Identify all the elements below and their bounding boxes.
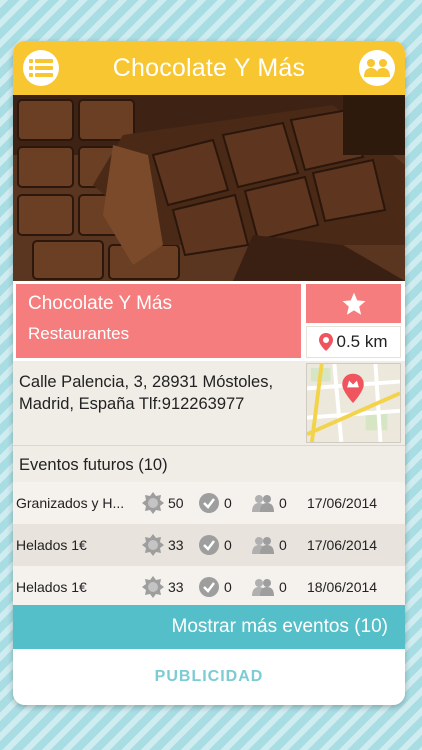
badge-icon [142, 492, 164, 514]
event-name: Helados 1€ [16, 537, 87, 553]
event-score-value: 50 [168, 495, 184, 511]
event-score: 50 [142, 492, 184, 514]
distance-box: 0.5 km [306, 326, 401, 358]
page-title: Chocolate Y Más [112, 53, 306, 82]
venue-category: Restaurantes [28, 324, 130, 343]
check-circle-icon [199, 535, 219, 555]
ad-banner[interactable]: PUBLICIDAD [13, 649, 405, 705]
event-score: 33 [142, 534, 184, 556]
location-pin-icon [319, 333, 334, 351]
map-thumbnail[interactable] [306, 363, 401, 443]
event-score-value: 33 [168, 579, 184, 595]
event-checks: 0 [198, 576, 232, 598]
event-people: 0 [251, 536, 287, 554]
event-row[interactable]: Helados 1€ 33 0 0 18/06/2014 [13, 566, 405, 608]
distance-value: 0.5 km [336, 332, 388, 351]
event-date: 17/06/2014 [307, 537, 378, 553]
venue-info-box: Chocolate Y Más Restaurantes [16, 284, 301, 358]
list-icon [29, 59, 53, 77]
event-checks-value: 0 [224, 579, 232, 595]
event-people-value: 0 [279, 537, 287, 553]
address-line-1: Calle Palencia, 3, 28931 Móstoles, [19, 373, 274, 391]
event-people: 0 [251, 494, 287, 512]
social-button[interactable] [359, 50, 395, 86]
event-score: 33 [142, 576, 184, 598]
event-people: 0 [251, 578, 287, 596]
people-icon [252, 579, 274, 596]
event-name: Helados 1€ [16, 579, 87, 595]
venue-address: Calle Palencia, 3, 28931 Móstoles, Madri… [19, 371, 304, 415]
favorite-button[interactable] [306, 284, 401, 323]
header-bar: Chocolate Y Más [13, 41, 405, 95]
venue-photo [13, 95, 405, 281]
menu-button[interactable] [23, 50, 59, 86]
address-line-2: Madrid, España Tlf:912263977 [19, 395, 245, 413]
events-section-title: Eventos futuros (10) [13, 445, 405, 482]
venue-card: Chocolate Y Más Chocolate Y Más Restaura… [13, 41, 405, 705]
event-score-value: 33 [168, 537, 184, 553]
badge-icon [142, 534, 164, 556]
event-row[interactable]: Granizados y H... 50 0 0 17/06/2014 [13, 482, 405, 524]
check-circle-icon [199, 577, 219, 597]
event-checks: 0 [198, 492, 232, 514]
check-circle-icon [199, 493, 219, 513]
star-icon [342, 292, 365, 315]
event-checks-value: 0 [224, 537, 232, 553]
badge-icon [142, 576, 164, 598]
event-name: Granizados y H... [16, 495, 125, 511]
event-date: 18/06/2014 [307, 579, 378, 595]
event-row[interactable]: Helados 1€ 33 0 0 17/06/2014 [13, 524, 405, 566]
event-checks-value: 0 [224, 495, 232, 511]
people-icon [252, 537, 274, 554]
event-people-value: 0 [279, 579, 287, 595]
event-date: 17/06/2014 [307, 495, 378, 511]
venue-name: Chocolate Y Más [28, 293, 172, 314]
show-more-events-button[interactable]: Mostrar más eventos (10) [13, 605, 405, 649]
group-icon [364, 59, 390, 77]
event-checks: 0 [198, 534, 232, 556]
event-people-value: 0 [279, 495, 287, 511]
people-icon [252, 495, 274, 512]
